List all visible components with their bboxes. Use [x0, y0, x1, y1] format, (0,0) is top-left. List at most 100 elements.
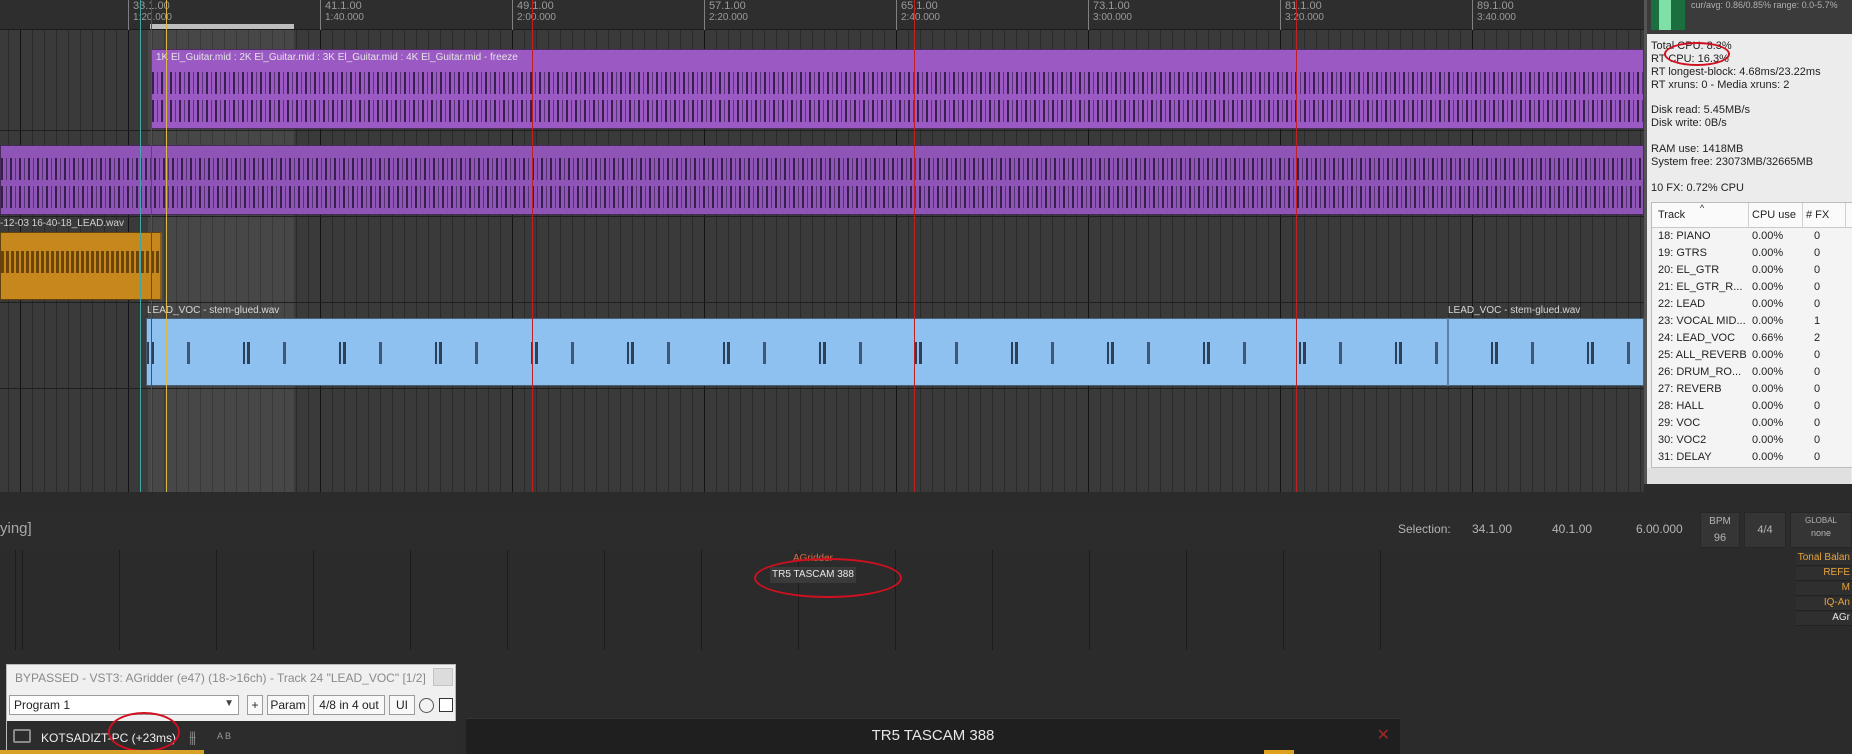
marker-line	[1296, 0, 1297, 492]
selection-length[interactable]: 6.00.000	[1636, 522, 1683, 536]
transport-bar: ying] Selection: 34.1.00 40.1.00 6.00.00…	[0, 510, 1852, 550]
track-divider	[0, 302, 1644, 303]
fx-slot[interactable]: M	[1796, 582, 1852, 596]
track-divider	[0, 388, 1644, 389]
fx-window-title: BYPASSED - VST3: AGridder (e47) (18->16c…	[15, 671, 426, 685]
bpm-value: 96	[1713, 532, 1727, 544]
media-item-guitar-freeze[interactable]: 1K El_Guitar.mid : 2K El_Guitar.mid : 3K…	[151, 49, 1644, 129]
ruler-bar-label: 65.1.00	[901, 0, 938, 12]
cell-cpu: 0.00%	[1752, 230, 1784, 242]
ruler-mark: 41.1.00 1:40.000	[320, 0, 364, 30]
annotation-circle-rt-cpu	[1664, 42, 1730, 66]
fx-slot[interactable]: AGr	[1796, 612, 1852, 626]
fx-slot[interactable]: IQ-An	[1796, 597, 1852, 611]
cell-track: 30: VOC2	[1658, 434, 1707, 446]
cell-cpu: 0.00%	[1752, 417, 1784, 429]
close-button[interactable]	[433, 668, 453, 686]
col-track[interactable]: Track	[1658, 209, 1685, 221]
close-icon[interactable]: ✕	[1377, 725, 1390, 745]
cell-track: 24: LEAD_VOC	[1658, 332, 1736, 344]
bpm-label: BPM	[1709, 516, 1731, 527]
ruler-time-label: 2:00.000	[517, 12, 556, 23]
tr5-window-title: TR5 TASCAM 388	[871, 727, 995, 744]
table-row[interactable]: 25: ALL_REVERB 0.00% 0	[1652, 347, 1852, 364]
cell-fx-count: 0	[1814, 349, 1821, 361]
table-row[interactable]: 19: GTRS 0.00% 0	[1652, 245, 1852, 262]
table-row[interactable]: 29: VOC 0.00% 0	[1652, 415, 1852, 432]
cell-track: 22: LEAD	[1658, 298, 1706, 310]
ruler-bar-label: 73.1.00	[1093, 0, 1130, 12]
col-cpu-use[interactable]: CPU use	[1752, 209, 1796, 221]
table-row[interactable]: 27: REVERB 0.00% 0	[1652, 381, 1852, 398]
wet-knob[interactable]	[419, 698, 434, 713]
add-preset-button[interactable]: +	[247, 695, 263, 715]
bpm-box[interactable]: BPM 96	[1700, 512, 1740, 548]
col-fx-count[interactable]: # FX	[1806, 209, 1829, 221]
fx-window-agridder: BYPASSED - VST3: AGridder (e47) (18->16c…	[6, 664, 457, 754]
table-row[interactable]: 28: HALL 0.00% 0	[1652, 398, 1852, 415]
track-divider	[0, 216, 1644, 217]
table-row[interactable]: 30: VOC2 0.00% 0	[1652, 432, 1852, 449]
arrange-view[interactable]: 33.1.00 1:20.000 41.1.00 1:40.000 49.1.0…	[0, 0, 1644, 492]
media-item-lead-vocal[interactable]	[146, 318, 1644, 386]
routing-icon[interactable]: ⫵	[189, 729, 196, 747]
item-label: LEAD_VOC - stem-glued.wav	[1448, 305, 1581, 316]
cell-cpu: 0.00%	[1752, 264, 1784, 276]
waveform	[147, 342, 1643, 364]
media-item-lead[interactable]	[0, 232, 162, 300]
loop-range-bar[interactable]	[150, 24, 294, 29]
orange-strip	[1264, 750, 1294, 754]
table-row[interactable]: 21: EL_GTR_R... 0.00% 0	[1652, 279, 1852, 296]
program-select[interactable]: Program 1 ▼	[9, 695, 239, 715]
track-cpu-table[interactable]: Track ^ CPU use # FX 18: PIANO 0.00% 0 19: …	[1651, 202, 1852, 468]
timeline-ruler[interactable]: 33.1.00 1:20.000 41.1.00 1:40.000 49.1.0…	[0, 0, 1644, 30]
fx-slot[interactable]: REFE	[1796, 567, 1852, 581]
ruler-mark: 81.1.00 3:20.000	[1280, 0, 1324, 30]
tr5-plugin-window: TR5 TASCAM 388 ✕	[466, 718, 1400, 754]
cell-fx-count: 2	[1814, 332, 1821, 344]
annotation-circle-pdc	[108, 712, 180, 752]
waveform	[1, 251, 160, 273]
param-button[interactable]: Param	[267, 695, 309, 715]
cell-track: 18: PIANO	[1658, 230, 1711, 242]
cell-cpu: 0.00%	[1752, 247, 1784, 259]
table-row[interactable]: 23: VOCAL MID... 0.00% 1	[1652, 313, 1852, 330]
ruler-bar-label: 57.1.00	[709, 0, 746, 12]
table-row[interactable]: 24: LEAD_VOC 0.66% 2	[1652, 330, 1852, 347]
table-row[interactable]: 31: DELAY 0.00% 0	[1652, 449, 1852, 466]
ui-button[interactable]: UI	[389, 695, 415, 715]
annotation-circle-tr5	[754, 558, 902, 598]
selection-end[interactable]: 40.1.00	[1552, 522, 1592, 536]
fx-slot[interactable]: Tonal Balan	[1796, 552, 1852, 566]
marker-line	[151, 0, 152, 492]
media-item-guitar[interactable]	[0, 145, 1644, 215]
global-playrate-box[interactable]: GLOBAL none	[1790, 512, 1852, 548]
table-row[interactable]: 20: EL_GTR 0.00% 0	[1652, 262, 1852, 279]
fx-cpu: 10 FX: 0.72% CPU	[1651, 182, 1744, 194]
cell-track: 23: VOCAL MID...	[1658, 315, 1746, 327]
computer-icon	[13, 729, 31, 743]
cell-track: 31: DELAY	[1658, 451, 1712, 463]
table-row[interactable]: 18: PIANO 0.00% 0	[1652, 228, 1852, 245]
time-signature[interactable]: 4/4	[1744, 512, 1786, 548]
global-label: GLOBAL	[1804, 516, 1837, 525]
performance-meter-panel: cur/avg: 0.86/0.85% range: 0.0-5.7% Tota…	[1644, 0, 1852, 484]
selection-start[interactable]: 34.1.00	[1472, 522, 1512, 536]
global-value: none	[1810, 528, 1832, 538]
cell-fx-count: 0	[1814, 400, 1821, 412]
ruler-mark: 73.1.00 3:00.000	[1088, 0, 1132, 30]
system-free: System free: 23073MB/32665MB	[1651, 156, 1814, 168]
io-routing-button[interactable]: 4/8 in 4 out	[313, 695, 385, 715]
ruler-time-label: 3:40.000	[1477, 12, 1516, 23]
cell-cpu: 0.00%	[1752, 451, 1784, 463]
bypass-checkbox[interactable]	[439, 698, 453, 712]
ab-compare[interactable]: A B	[217, 731, 231, 741]
transport-status: ying]	[0, 520, 32, 537]
cpu-graph-area: cur/avg: 0.86/0.85% range: 0.0-5.7%	[1647, 0, 1852, 34]
ruler-mark: 49.1.00 2:00.000	[512, 0, 556, 30]
table-row[interactable]: 22: LEAD 0.00% 0	[1652, 296, 1852, 313]
ruler-time-label: 2:40.000	[901, 12, 940, 23]
table-scrollbar[interactable]	[1647, 468, 1851, 484]
table-row[interactable]: 26: DRUM_RO... 0.00% 0	[1652, 364, 1852, 381]
cell-track: 29: VOC	[1658, 417, 1701, 429]
